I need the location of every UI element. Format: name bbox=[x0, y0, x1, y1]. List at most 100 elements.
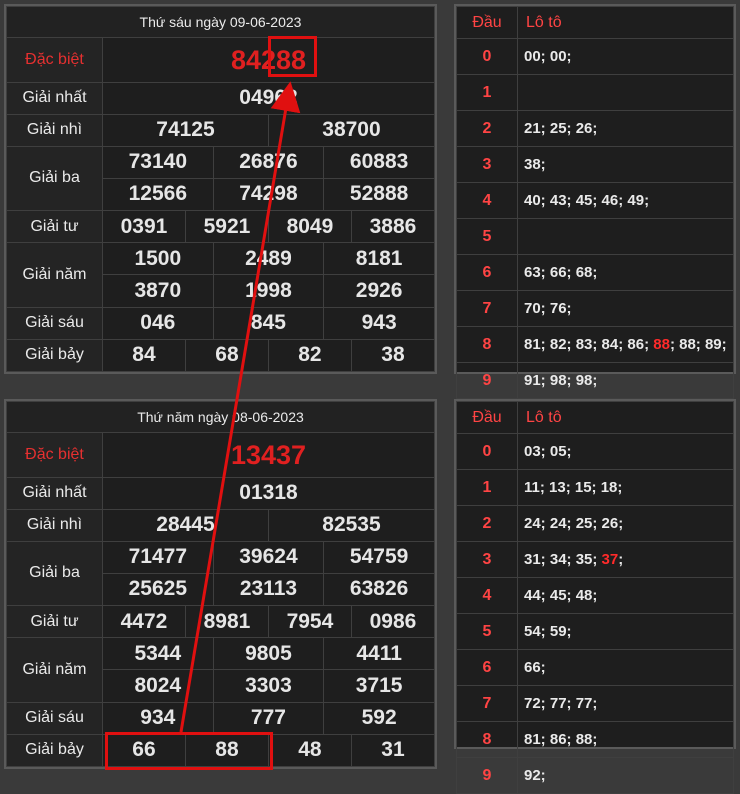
fifth-prize-number: 4411 bbox=[323, 637, 435, 671]
loto-values: 03; 05; bbox=[517, 433, 734, 470]
fifth-prize-number: 1998 bbox=[212, 274, 325, 308]
special-prize-number: 13437 bbox=[102, 432, 435, 479]
third-prize-number: 71477 bbox=[102, 540, 214, 574]
loto-values: 63; 66; 68; bbox=[517, 254, 734, 291]
loto-row: 7 70; 76; bbox=[456, 290, 734, 327]
loto-values: 44; 45; 48; bbox=[517, 577, 734, 614]
loto-values-text: 81; 82; 83; 84; 86; bbox=[524, 335, 654, 353]
fourth-prize-number: 3886 bbox=[350, 210, 436, 244]
label-giai-ba: Giải ba bbox=[6, 145, 103, 212]
loto-values: 54; 59; bbox=[517, 613, 734, 650]
loto-row: 4 40; 43; 45; 46; 49; bbox=[456, 182, 734, 219]
second-prize-number: 28445 bbox=[102, 508, 269, 542]
fourth-prize-number: 0986 bbox=[350, 605, 436, 639]
header-loto: Lô tô bbox=[517, 401, 734, 434]
third-prize-number: 25625 bbox=[102, 572, 214, 607]
loto-head-digit: 8 bbox=[456, 326, 518, 363]
label-giai-tu: Giải tư bbox=[6, 605, 103, 639]
loto-row: 3 38; bbox=[456, 146, 734, 183]
loto-head-digit: 4 bbox=[456, 182, 518, 219]
fifth-prize-number: 1500 bbox=[102, 242, 214, 276]
loto-head-digit: 7 bbox=[456, 685, 518, 722]
loto-head-digit: 9 bbox=[456, 362, 518, 399]
label-giai-nhi: Giải nhì bbox=[6, 113, 103, 147]
loto-values: 31; 34; 35; 37; bbox=[517, 541, 734, 578]
seventh-prize-number: 82 bbox=[267, 338, 352, 373]
loto-values: 11; 13; 15; 18; bbox=[517, 469, 734, 506]
loto-row: 9 92; bbox=[456, 757, 734, 794]
third-prize-number: 63826 bbox=[323, 572, 435, 607]
loto-row: 7 72; 77; 77; bbox=[456, 685, 734, 722]
fourth-prize-number: 5921 bbox=[184, 210, 269, 244]
loto-row: 0 00; 00; bbox=[456, 38, 734, 75]
fourth-prize-number: 7954 bbox=[267, 605, 352, 639]
label-giai-tu: Giải tư bbox=[6, 210, 103, 244]
loto-values-text: ; 88; 89; bbox=[669, 335, 727, 353]
loto-row: 5 54; 59; bbox=[456, 613, 734, 650]
label-giai-ba: Giải ba bbox=[6, 540, 103, 607]
draw-date-title: Thứ sáu ngày 09-06-2023 bbox=[6, 5, 435, 39]
seventh-prize-number: 31 bbox=[350, 733, 436, 768]
loto-values: 92; bbox=[517, 757, 734, 794]
loto-values: 81; 82; 83; 84; 86; 88; 88; 89; bbox=[517, 326, 734, 363]
loto-head-digit: 1 bbox=[456, 74, 518, 111]
label-giai-nam: Giải năm bbox=[6, 637, 103, 703]
sixth-prize-number: 046 bbox=[102, 306, 214, 340]
third-prize-number: 54759 bbox=[323, 540, 435, 574]
fifth-prize-number: 3715 bbox=[323, 669, 435, 703]
loto-row: 0 03; 05; bbox=[456, 433, 734, 470]
loto-row: 8 81; 82; 83; 84; 86; 88; 88; 89; bbox=[456, 326, 734, 363]
fourth-prize-number: 8049 bbox=[267, 210, 352, 244]
loto-table-1: Đầu Lô tô 0 00; 00; 1 2 21; 25; 26; 3 38; 4 40; 43… bbox=[454, 4, 736, 399]
sixth-prize-number: 943 bbox=[323, 306, 435, 340]
label-giai-nhat: Giải nhất bbox=[6, 477, 103, 510]
second-prize-number: 38700 bbox=[267, 113, 436, 147]
loto-values: 72; 77; 77; bbox=[517, 685, 734, 722]
fifth-prize-number: 2926 bbox=[323, 274, 435, 308]
sixth-prize-number: 845 bbox=[212, 306, 325, 340]
loto-head-digit: 2 bbox=[456, 110, 518, 147]
label-dac-biet: Đặc biệt bbox=[6, 37, 103, 84]
fifth-prize-number: 8181 bbox=[323, 242, 435, 276]
third-prize-number: 60883 bbox=[323, 145, 435, 179]
loto-row: 1 bbox=[456, 74, 734, 111]
fifth-prize-number: 8024 bbox=[102, 669, 214, 703]
loto-values: 91; 98; 98; bbox=[517, 362, 734, 399]
label-giai-sau: Giải sáu bbox=[6, 306, 103, 340]
fifth-prize-number: 3870 bbox=[102, 274, 214, 308]
label-giai-sau: Giải sáu bbox=[6, 701, 103, 735]
label-giai-bay: Giải bảy bbox=[6, 338, 103, 373]
second-prize-number: 74125 bbox=[102, 113, 269, 147]
loto-head-digit: 1 bbox=[456, 469, 518, 506]
loto-values: 66; bbox=[517, 649, 734, 686]
loto-row: 2 24; 24; 25; 26; bbox=[456, 505, 734, 542]
seventh-prize-number: 68 bbox=[184, 338, 269, 373]
loto-values: 40; 43; 45; 46; 49; bbox=[517, 182, 734, 219]
sixth-prize-number: 934 bbox=[102, 701, 214, 735]
seventh-prize-number: 38 bbox=[350, 338, 436, 373]
loto-row: 6 66; bbox=[456, 649, 734, 686]
loto-values: 38; bbox=[517, 146, 734, 183]
fourth-prize-number: 8981 bbox=[184, 605, 269, 639]
seventh-prize-number: 88 bbox=[184, 733, 269, 768]
loto-head-digit: 0 bbox=[456, 38, 518, 75]
loto-row: 6 63; 66; 68; bbox=[456, 254, 734, 291]
third-prize-number: 74298 bbox=[212, 177, 325, 212]
first-prize-number: 04962 bbox=[102, 82, 435, 115]
loto-values: 21; 25; 26; bbox=[517, 110, 734, 147]
fifth-prize-number: 5344 bbox=[102, 637, 214, 671]
loto-head-digit: 7 bbox=[456, 290, 518, 327]
draw-date-title: Thứ năm ngày 08-06-2023 bbox=[6, 400, 435, 434]
loto-row: 4 44; 45; 48; bbox=[456, 577, 734, 614]
seventh-prize-number: 66 bbox=[102, 733, 186, 768]
fourth-prize-number: 4472 bbox=[102, 605, 186, 639]
header-loto: Lô tô bbox=[517, 6, 734, 39]
results-table-1: Thứ sáu ngày 09-06-2023 Đặc biệt 84288 G… bbox=[4, 4, 437, 374]
loto-row: 9 91; 98; 98; bbox=[456, 362, 734, 399]
loto-table-2: Đầu Lô tô 0 03; 05; 1 11; 13; 15; 18; 2 24; 24;… bbox=[454, 399, 736, 794]
seventh-prize-number: 48 bbox=[267, 733, 352, 768]
loto-values-text: ; bbox=[618, 550, 624, 568]
loto-values: 00; 00; bbox=[517, 38, 734, 75]
loto-head-digit: 9 bbox=[456, 757, 518, 794]
label-giai-bay: Giải bảy bbox=[6, 733, 103, 768]
